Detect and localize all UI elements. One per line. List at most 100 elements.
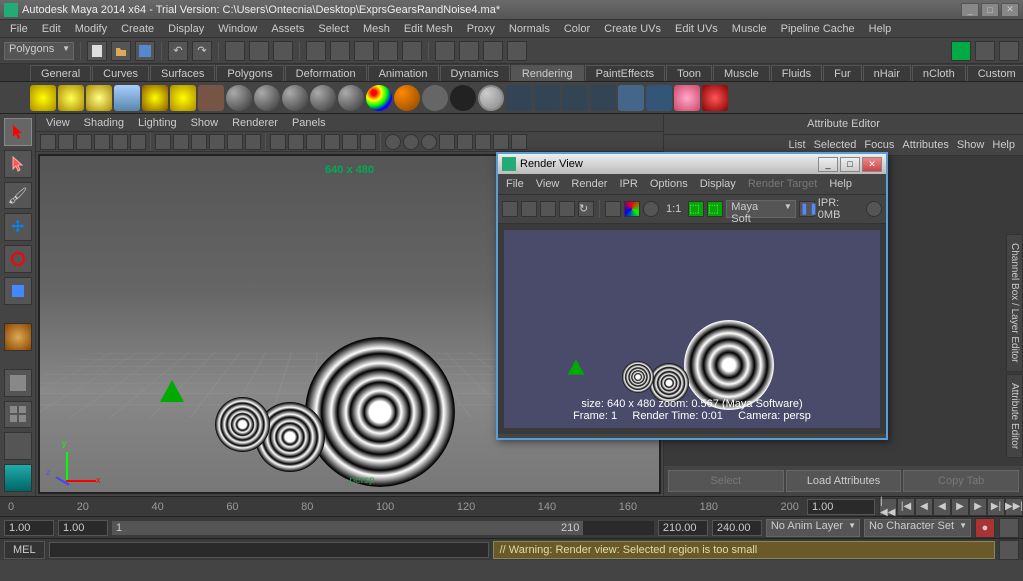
current-time-field[interactable]: 1.00	[807, 499, 875, 515]
ipr-icon[interactable]	[534, 85, 560, 111]
directional-light-icon[interactable]	[58, 85, 84, 111]
menu-mesh[interactable]: Mesh	[357, 21, 396, 37]
shelf-tab-custom[interactable]: Custom	[967, 65, 1023, 81]
shelf-tab-deformation[interactable]: Deformation	[285, 65, 367, 81]
rv-menu-help[interactable]: Help	[825, 176, 856, 192]
render-view-window[interactable]: Render View _ □ ✕ FileViewRenderIPROptio…	[496, 152, 888, 440]
snap-point-icon[interactable]	[354, 41, 374, 61]
last-tool[interactable]	[4, 323, 32, 351]
menu-file[interactable]: File	[4, 21, 34, 37]
select-camera-icon[interactable]	[40, 134, 56, 150]
rv-minimize-button[interactable]: _	[818, 157, 838, 172]
phong-material-icon[interactable]	[282, 85, 308, 111]
menu-proxy[interactable]: Proxy	[461, 21, 501, 37]
shelf-tab-fur[interactable]: Fur	[823, 65, 862, 81]
layered-material-icon[interactable]	[394, 85, 420, 111]
rv-menu-display[interactable]: Display	[696, 176, 740, 192]
paint-select-tool[interactable]: 🖌	[4, 182, 32, 210]
shelf-tab-painteffects[interactable]: PaintEffects	[585, 65, 666, 81]
shelf-tab-nhair[interactable]: nHair	[863, 65, 911, 81]
shelf-tab-muscle[interactable]: Muscle	[713, 65, 770, 81]
use-lights-icon[interactable]	[342, 134, 358, 150]
shelf-tab-surfaces[interactable]: Surfaces	[150, 65, 215, 81]
select-tool[interactable]	[4, 118, 32, 146]
point-light-icon[interactable]	[86, 85, 112, 111]
account-icon[interactable]	[975, 41, 995, 61]
step-forward-key-button[interactable]: ▶|	[987, 498, 1005, 516]
ae-menu-focus[interactable]: Focus	[864, 139, 894, 151]
rv-menu-render[interactable]: Render	[567, 176, 611, 192]
viewmenu-panels[interactable]: Panels	[286, 115, 332, 131]
anim-start-field[interactable]	[4, 520, 54, 536]
close-button[interactable]: ✕	[1001, 3, 1019, 17]
shelf-tab-rendering[interactable]: Rendering	[511, 65, 584, 81]
rv-close-ipr-icon[interactable]	[866, 201, 882, 217]
rv-keep-image-icon[interactable]: ⬚	[688, 201, 704, 217]
ramp-material-icon[interactable]	[366, 85, 392, 111]
rv-menu-options[interactable]: Options	[646, 176, 692, 192]
menu-normals[interactable]: Normals	[503, 21, 556, 37]
multisample-icon[interactable]	[511, 134, 527, 150]
viewmenu-renderer[interactable]: Renderer	[226, 115, 284, 131]
shelf-tab-curves[interactable]: Curves	[92, 65, 149, 81]
save-scene-icon[interactable]	[135, 41, 155, 61]
menu-create[interactable]: Create	[115, 21, 160, 37]
menu-select[interactable]: Select	[312, 21, 355, 37]
shelf-tab-polygons[interactable]: Polygons	[216, 65, 283, 81]
ae-menu-attributes[interactable]: Attributes	[902, 139, 948, 151]
image-plane-icon[interactable]	[94, 134, 110, 150]
step-forward-button[interactable]: ▶	[969, 498, 987, 516]
play-forward-button[interactable]: ▶	[951, 498, 969, 516]
shelf-tab-fluids[interactable]: Fluids	[771, 65, 822, 81]
rv-menu-render-target[interactable]: Render Target	[744, 176, 822, 192]
gate-mask-icon[interactable]	[209, 134, 225, 150]
volume-light-icon[interactable]	[170, 85, 196, 111]
film-gate-icon[interactable]	[173, 134, 189, 150]
ae-copy-button[interactable]: Copy Tab	[903, 470, 1019, 492]
render-layer-icon[interactable]	[674, 85, 700, 111]
rv-display-alpha-icon[interactable]	[643, 201, 659, 217]
render-canvas[interactable]: size: 640 x 480 zoom: 0.567 (Maya Softwa…	[504, 230, 880, 428]
blinn-material-icon[interactable]	[254, 85, 280, 111]
2d-pan-icon[interactable]	[112, 134, 128, 150]
default-material-icon[interactable]	[385, 134, 401, 150]
shelf-tab-dynamics[interactable]: Dynamics	[440, 65, 510, 81]
menu-color[interactable]: Color	[558, 21, 596, 37]
ae-menu-selected[interactable]: Selected	[814, 139, 857, 151]
menu-edit-mesh[interactable]: Edit Mesh	[398, 21, 459, 37]
menu-help[interactable]: Help	[863, 21, 898, 37]
snap-grid-icon[interactable]	[306, 41, 326, 61]
rv-options-icon[interactable]	[605, 201, 621, 217]
viewport2-icon[interactable]	[475, 134, 491, 150]
snap-curve-icon[interactable]	[330, 41, 350, 61]
anisotropic-material-icon[interactable]	[338, 85, 364, 111]
flat-shade-icon[interactable]	[306, 134, 322, 150]
four-view-icon[interactable]	[4, 401, 32, 429]
attribute-editor-tab[interactable]: Attribute Editor	[1006, 374, 1023, 458]
undo-icon[interactable]: ↶	[168, 41, 188, 61]
use-background-icon[interactable]	[450, 85, 476, 111]
shadows-icon[interactable]	[360, 134, 376, 150]
persp-outliner-icon[interactable]	[4, 432, 32, 460]
field-chart-icon[interactable]	[227, 134, 243, 150]
auto-key-button[interactable]: ●	[975, 518, 995, 538]
scale-tool[interactable]	[4, 277, 32, 305]
channel-box-tab[interactable]: Channel Box / Layer Editor	[1006, 234, 1023, 372]
cancel-batch-icon[interactable]	[590, 85, 616, 111]
shelf-tab-general[interactable]: General	[30, 65, 91, 81]
menu-display[interactable]: Display	[162, 21, 210, 37]
menu-edit[interactable]: Edit	[36, 21, 67, 37]
mode-dropdown[interactable]: Polygons	[4, 42, 74, 60]
render-pass-icon[interactable]	[702, 85, 728, 111]
maximize-button[interactable]: □	[981, 3, 999, 17]
rv-render-region-icon[interactable]	[521, 201, 537, 217]
render-globals-icon[interactable]	[618, 85, 644, 111]
hypershade-icon[interactable]	[646, 85, 672, 111]
snap-plane-icon[interactable]	[378, 41, 398, 61]
viewmenu-show[interactable]: Show	[185, 115, 225, 131]
step-back-key-button[interactable]: |◀	[897, 498, 915, 516]
command-language-label[interactable]: MEL	[4, 541, 45, 559]
anim-preferences-button[interactable]	[999, 518, 1019, 538]
menu-assets[interactable]: Assets	[265, 21, 310, 37]
go-to-end-button[interactable]: ▶▶|	[1005, 498, 1023, 516]
